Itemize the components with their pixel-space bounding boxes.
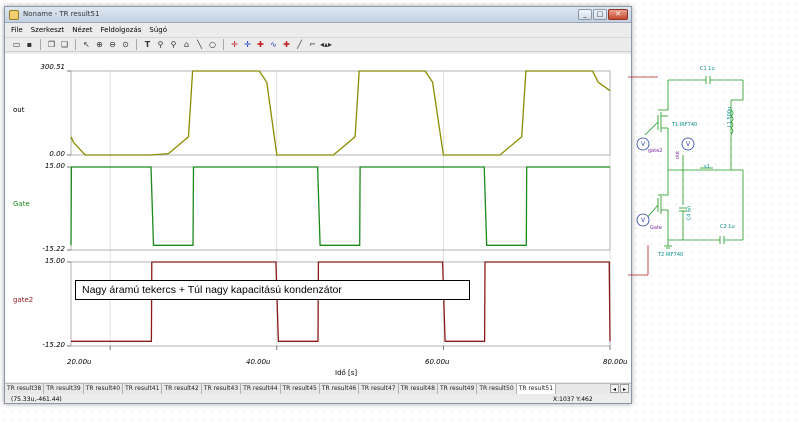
cursor-a-icon[interactable]: ⚲	[155, 39, 166, 50]
tab-tr-result46[interactable]: TR result46	[320, 384, 360, 394]
schematic-label-out: out	[675, 150, 682, 160]
tab-tr-result43[interactable]: TR result43	[202, 384, 242, 394]
panel-frame-out	[70, 70, 611, 156]
plot-area[interactable]: out Gate gate2 300.51 0.00 15.00 -15.22 …	[5, 54, 631, 382]
tab-scroll-right-icon[interactable]: ▸	[620, 384, 629, 393]
window-title: Noname - TR result51	[23, 10, 100, 18]
channel-label-out: out	[13, 106, 25, 114]
x-tick-label: 20.00u	[67, 358, 92, 366]
tab-scroll: ◂ ▸	[610, 384, 629, 393]
status-bar: (75.33u,-461.44) X:1037 Y:462	[5, 395, 631, 404]
tab-tr-result40[interactable]: TR result40	[84, 384, 124, 394]
title-bar[interactable]: Noname - TR result51 _ □ ✕	[5, 7, 631, 23]
x-tick-label: 60.00u	[425, 358, 450, 366]
channel-label-gate: Gate	[13, 200, 30, 208]
tab-tr-result39[interactable]: TR result39	[44, 384, 84, 394]
text-icon[interactable]: T	[142, 39, 153, 50]
waveform-plot[interactable]	[5, 54, 631, 382]
schematic-label-c2: C2 1u	[720, 224, 735, 230]
cursor-value: (75.33u,-461.44)	[11, 396, 62, 403]
tab-tr-result41[interactable]: TR result41	[123, 384, 163, 394]
schematic-label-gate2: gate2	[648, 148, 663, 154]
menu-bar: File Szerkeszt Nézet Feldolgozás Súgó	[5, 24, 631, 36]
menu-process[interactable]: Feldolgozás	[100, 24, 141, 36]
x-tick-label: 40.00u	[246, 358, 271, 366]
schematic-wires: V V V	[628, 76, 744, 276]
tab-tr-result38[interactable]: TR result38	[5, 384, 45, 394]
x-axis-label: Idő [s]	[335, 369, 358, 377]
app-icon	[9, 10, 19, 20]
menu-edit[interactable]: Szerkeszt	[31, 24, 64, 36]
paste-icon[interactable]: ❏	[59, 39, 70, 50]
schematic-label-t1: T1 IRF740	[672, 122, 698, 128]
circuit-schematic: V V V C1 1u T1 IRF740 L1 500u gate2 out …	[628, 60, 798, 282]
arrows-icon[interactable]: ◂▴▸	[320, 39, 332, 50]
schematic-label-gate: Gate	[650, 225, 662, 231]
y-tick-label: 15.00	[44, 162, 65, 170]
annotation-textbox[interactable]: Nagy áramú tekercs + Túl nagy kapacitású…	[75, 280, 470, 300]
menu-view[interactable]: Nézet	[72, 24, 92, 36]
crosshair2-icon[interactable]: ✛	[242, 39, 253, 50]
y-tick-label: 300.51	[40, 63, 66, 71]
schematic-label-t2: T2 IRF740	[658, 252, 684, 258]
menu-file[interactable]: File	[11, 24, 23, 36]
result-tabs: TR result38 TR result39 TR result40 TR r…	[5, 383, 631, 394]
series-line-out	[70, 70, 611, 156]
channel-label-gate2: gate2	[13, 296, 34, 304]
schematic-label-s1: s1	[704, 164, 710, 170]
pointer-icon[interactable]: ↖	[81, 39, 92, 50]
tab-tr-result50[interactable]: TR result50	[477, 384, 517, 394]
slope-icon[interactable]: ⌐	[307, 39, 318, 50]
cursor-position: X:1037 Y:462	[553, 396, 593, 403]
tab-tr-result49[interactable]: TR result49	[438, 384, 478, 394]
tab-tr-result51[interactable]: TR result51	[516, 384, 557, 394]
tab-scroll-left-icon[interactable]: ◂	[610, 384, 619, 393]
x-tick-label: 80.00u	[603, 358, 628, 366]
wave-icon[interactable]: ⌂	[181, 39, 192, 50]
tab-tr-result48[interactable]: TR result48	[399, 384, 438, 394]
maximize-button[interactable]: □	[593, 9, 607, 20]
toolbar-separator	[223, 39, 224, 50]
minimize-button[interactable]: _	[578, 9, 592, 20]
marker-icon[interactable]: ✚	[255, 39, 266, 50]
window-controls: _ □ ✕	[578, 9, 628, 20]
cursor-b-icon[interactable]: ⚲	[168, 39, 179, 50]
tab-tr-result47[interactable]: TR result47	[359, 384, 399, 394]
schematic-label-l1: L1 500u	[727, 106, 734, 128]
y-tick-label: 0.00	[49, 150, 65, 158]
y-tick-label: -15.20	[42, 341, 65, 349]
schematic-label-c1: C1 1u	[700, 66, 715, 72]
marker2-icon[interactable]: ∿	[268, 39, 279, 50]
line-icon[interactable]: ╲	[194, 39, 205, 50]
app-window: Noname - TR result51 _ □ ✕ File Szerkesz…	[4, 6, 632, 404]
toolbar: ▭ ▪ ❐ ❏ ↖ ⊕ ⊖ ⊙ T ⚲ ⚲ ⌂ ╲ ○ ✛ ✛ ✚ ∿ ✚ ╱ …	[5, 37, 631, 52]
schematic-label-c4: C4 6n	[686, 205, 693, 221]
tab-tr-result42[interactable]: TR result42	[162, 384, 202, 394]
toolbar-separator	[75, 39, 76, 50]
copy-icon[interactable]: ❐	[46, 39, 57, 50]
series-line-gate2	[71, 261, 611, 342]
zoom-fit-icon[interactable]: ⊙	[120, 39, 131, 50]
tab-tr-result44[interactable]: TR result44	[241, 384, 281, 394]
open-icon[interactable]: ▭	[11, 39, 22, 50]
tab-tr-result45[interactable]: TR result45	[281, 384, 320, 394]
menu-help[interactable]: Súgó	[149, 24, 167, 36]
crosshair-icon[interactable]: ✛	[229, 39, 240, 50]
save-icon[interactable]: ▪	[24, 39, 35, 50]
zoom-out-icon[interactable]: ⊖	[107, 39, 118, 50]
series-line-gate	[70, 166, 610, 246]
close-button[interactable]: ✕	[608, 9, 628, 20]
toolbar-separator	[136, 39, 137, 50]
zoom-in-icon[interactable]: ⊕	[94, 39, 105, 50]
y-tick-label: -15.22	[42, 245, 65, 253]
circle-icon[interactable]: ○	[207, 39, 218, 50]
y-tick-label: 15.00	[44, 257, 65, 265]
toolbar-separator	[40, 39, 41, 50]
marker3-icon[interactable]: ✚	[281, 39, 292, 50]
tangent-icon[interactable]: ╱	[294, 39, 305, 50]
